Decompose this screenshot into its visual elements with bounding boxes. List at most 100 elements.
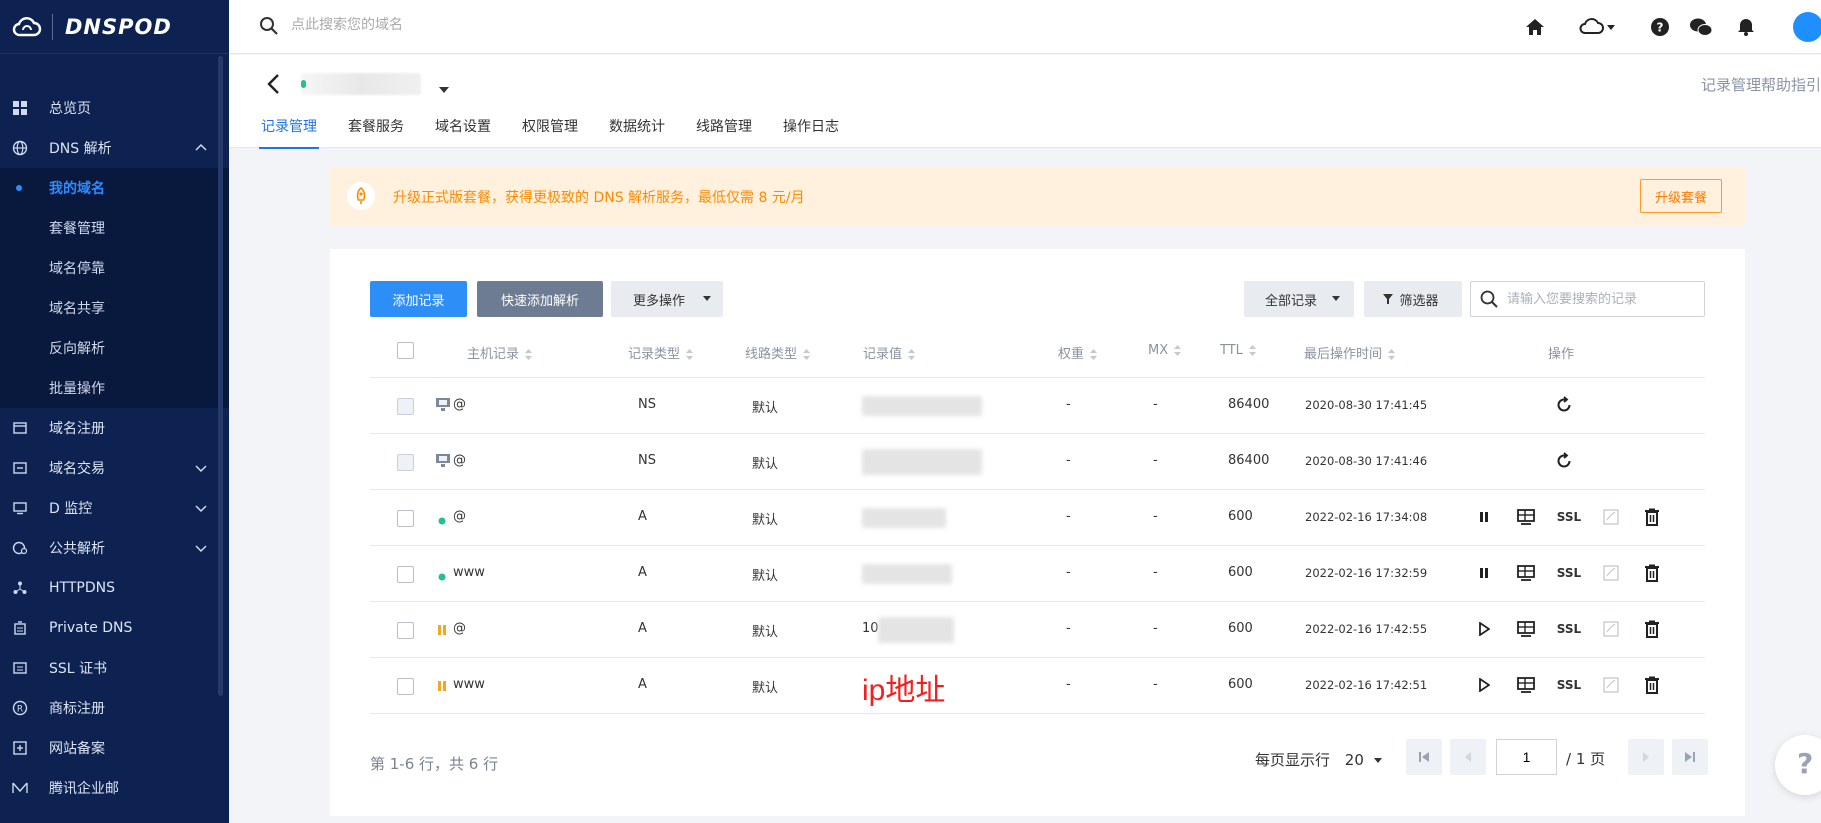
sub-item-label: 我的域名 — [49, 181, 105, 197]
sidebar-item-mail[interactable]: 腾讯企业邮 — [0, 768, 229, 808]
row-checkbox[interactable] — [397, 622, 414, 639]
sidebar-item-label: 总览页 — [49, 101, 91, 117]
table-row[interactable]: @ NS 默认 - - 86400 2020-08-30 17:41:46 — [370, 434, 1705, 490]
search-icon[interactable] — [259, 16, 279, 40]
domain-switch-caret-icon[interactable] — [439, 79, 449, 98]
col-host[interactable]: 主机记录 — [467, 343, 533, 362]
ssl-button[interactable]: SSL — [1556, 507, 1582, 527]
refresh-icon[interactable] — [1554, 395, 1574, 415]
all-records-dropdown[interactable]: 全部记录 — [1244, 281, 1354, 317]
cell-weight: - — [1066, 453, 1071, 468]
sidebar-item-trade[interactable]: 域名交易 — [0, 448, 229, 488]
tab-records[interactable]: 记录管理 — [259, 117, 319, 149]
sidebar-item-my-domains[interactable]: 我的域名 — [0, 168, 229, 208]
pause-icon[interactable] — [1474, 563, 1494, 583]
monitor-config-icon[interactable] — [1516, 675, 1536, 695]
more-actions-button[interactable]: 更多操作 — [611, 281, 723, 317]
domain-search-input[interactable] — [289, 15, 589, 33]
table-row[interactable]: www A 默认 - - 600 2022-02-16 17:42:51 SSL — [370, 658, 1705, 714]
add-record-button[interactable]: 添加记录 — [370, 281, 467, 317]
row-checkbox[interactable] — [397, 678, 414, 695]
floating-help-button[interactable]: ? — [1775, 735, 1821, 795]
avatar[interactable] — [1793, 12, 1821, 42]
sidebar-item-public-dns[interactable]: 公共解析 — [0, 528, 229, 568]
remark-icon[interactable] — [1601, 507, 1621, 527]
table-row[interactable]: @ A 默认 - - 600 2022-02-16 17:34:08 SSL — [370, 490, 1705, 546]
sidebar-item-trademark[interactable]: R 商标注册 — [0, 688, 229, 728]
sidebar-item-reverse[interactable]: 反向解析 — [0, 328, 229, 368]
play-icon[interactable] — [1474, 675, 1494, 695]
wechat-icon[interactable] — [1689, 15, 1713, 39]
remark-icon[interactable] — [1601, 619, 1621, 639]
filter-button[interactable]: 筛选器 — [1364, 281, 1462, 317]
sidebar-item-label: Private DNS — [49, 620, 133, 636]
trash-icon[interactable] — [1642, 675, 1662, 695]
table-row[interactable]: @ NS 默认 - - 86400 2020-08-30 17:41:45 — [370, 378, 1705, 434]
monitor-config-icon[interactable] — [1516, 563, 1536, 583]
sidebar-item-register[interactable]: 域名注册 — [0, 408, 229, 448]
upgrade-button[interactable]: 升级套餐 — [1640, 179, 1722, 213]
back-arrow-icon[interactable] — [264, 72, 284, 96]
trash-icon[interactable] — [1642, 563, 1662, 583]
row-checkbox[interactable] — [397, 510, 414, 527]
sidebar-item-dns[interactable]: DNS 解析 — [0, 128, 229, 168]
next-page-button[interactable] — [1628, 739, 1664, 775]
select-all-checkbox[interactable] — [397, 342, 414, 359]
ssl-button[interactable]: SSL — [1556, 675, 1582, 695]
ssl-button[interactable]: SSL — [1556, 619, 1582, 639]
sort-icon — [1090, 349, 1098, 360]
help-guide-link[interactable]: 记录管理帮助指引 — [1701, 74, 1821, 95]
tab-logs[interactable]: 操作日志 — [783, 117, 839, 148]
tab-lines[interactable]: 线路管理 — [696, 117, 752, 148]
refresh-icon[interactable] — [1554, 451, 1574, 471]
last-page-button[interactable] — [1672, 739, 1708, 775]
sidebar-item-sharing[interactable]: 域名共享 — [0, 288, 229, 328]
trash-icon[interactable] — [1642, 619, 1662, 639]
tab-statistics[interactable]: 数据统计 — [609, 117, 665, 148]
home-icon[interactable] — [1523, 15, 1547, 39]
remark-icon[interactable] — [1601, 675, 1621, 695]
table-row[interactable]: @ A 默认 10 - - 600 2022-02-16 17:42:55 SS… — [370, 602, 1705, 658]
ssl-button[interactable]: SSL — [1556, 563, 1582, 583]
table-row[interactable]: www A 默认 - - 600 2022-02-16 17:32:59 SSL — [370, 546, 1705, 602]
tab-permissions[interactable]: 权限管理 — [522, 117, 578, 148]
col-line[interactable]: 线路类型 — [745, 343, 811, 362]
record-search[interactable] — [1470, 281, 1705, 317]
quick-add-button[interactable]: 快速添加解析 — [477, 281, 603, 317]
col-type[interactable]: 记录类型 — [628, 343, 694, 362]
first-page-button[interactable] — [1406, 739, 1442, 775]
sidebar-item-parking[interactable]: 域名停靠 — [0, 248, 229, 288]
sidebar-item-overview[interactable]: 总览页 — [0, 88, 229, 128]
tab-package[interactable]: 套餐服务 — [348, 117, 404, 148]
bell-icon[interactable] — [1734, 15, 1758, 39]
monitor-config-icon[interactable] — [1516, 507, 1536, 527]
remark-icon[interactable] — [1601, 563, 1621, 583]
row-checkbox[interactable] — [397, 566, 414, 583]
prev-page-button[interactable] — [1450, 739, 1486, 775]
sidebar-item-ssl[interactable]: SSL 证书 — [0, 648, 229, 688]
page-number-input[interactable] — [1496, 739, 1557, 775]
sidebar-item-httpdns[interactable]: HTTPDNS — [0, 568, 229, 608]
monitor-config-icon[interactable] — [1516, 619, 1536, 639]
brand[interactable]: DNSPOD — [0, 0, 229, 54]
col-time[interactable]: 最后操作时间 — [1304, 343, 1396, 362]
per-page-selector[interactable]: 每页显示行 20 — [1255, 749, 1382, 770]
cell-ttl: 600 — [1228, 509, 1253, 524]
cloud-menu-icon[interactable] — [1579, 15, 1615, 39]
col-value[interactable]: 记录值 — [863, 343, 916, 362]
sidebar-item-private-dns[interactable]: Private DNS — [0, 608, 229, 648]
pause-icon[interactable] — [1474, 507, 1494, 527]
tab-domain-settings[interactable]: 域名设置 — [435, 117, 491, 148]
sidebar-item-packages[interactable]: 套餐管理 — [0, 208, 229, 248]
trash-icon[interactable] — [1642, 507, 1662, 527]
col-weight[interactable]: 权重 — [1058, 343, 1098, 362]
sidebar-item-batch[interactable]: 批量操作 — [0, 368, 229, 408]
sidebar-scrollbar[interactable] — [218, 56, 223, 696]
help-icon[interactable]: ? — [1648, 15, 1672, 39]
sidebar-item-icp[interactable]: 网站备案 — [0, 728, 229, 768]
col-ttl[interactable]: TTL — [1220, 343, 1256, 358]
col-mx[interactable]: MX — [1148, 343, 1182, 358]
play-icon[interactable] — [1474, 619, 1494, 639]
sidebar-item-monitor[interactable]: D 监控 — [0, 488, 229, 528]
record-search-input[interactable] — [1505, 290, 1695, 307]
